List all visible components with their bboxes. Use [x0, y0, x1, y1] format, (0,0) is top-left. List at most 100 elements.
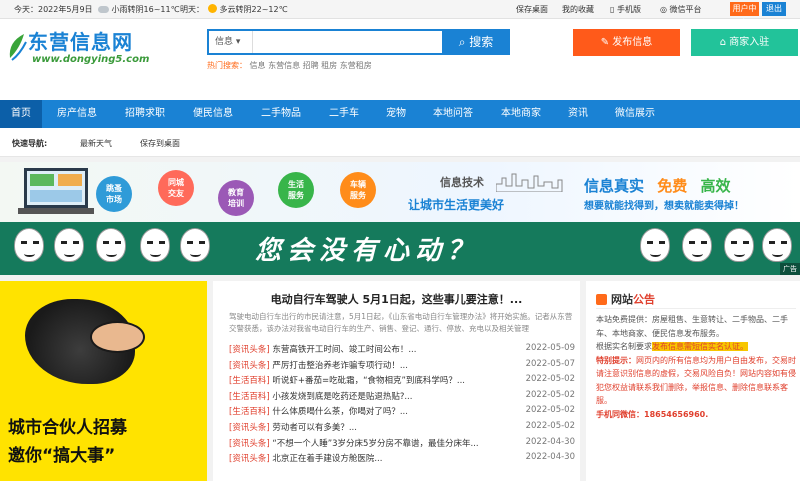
partner-line-1: 城市合伙人招募: [8, 418, 127, 438]
meme-face-icon: [640, 228, 670, 262]
meme-face-icon: [140, 228, 170, 262]
slogan-main: 让城市生活更美好: [408, 198, 505, 212]
logout-button[interactable]: 退出: [762, 2, 786, 16]
site-logo[interactable]: 东营信息网 www.dongying5.com: [6, 26, 156, 76]
search-button[interactable]: ⌕ 搜索: [442, 29, 510, 55]
nav-news[interactable]: 资讯: [556, 100, 600, 128]
search-input[interactable]: [255, 33, 435, 51]
news-category: [资讯头条]: [229, 422, 270, 433]
shop-icon: ⌂: [719, 37, 727, 48]
notice-p1: 本站免费提供：房屋租售、生意转让、二手物品、二手车、本地商家、便民信息发布服务。: [596, 315, 788, 338]
nav-local-merchants[interactable]: 本地商家: [488, 100, 554, 128]
news-item[interactable]: [生活百科] 什么体质喝什么茶，你喝对了吗？... 2022-05-02: [229, 405, 575, 421]
news-item[interactable]: [生活百科] 小孩发烧到底是吃药还是贴退热贴?... 2022-05-02: [229, 390, 575, 406]
news-item[interactable]: [资讯头条] 严厉打击整治养老诈骗专项行动！... 2022-05-07: [229, 359, 575, 375]
circle-dating: 同城 交友: [158, 170, 194, 206]
news-category: [生活百科]: [229, 407, 270, 418]
nav-home[interactable]: 首页: [0, 100, 42, 128]
news-title[interactable]: 北京正在着手建设方舱医院...: [272, 454, 382, 464]
ad-banner-text: 您会没有心动？: [255, 236, 480, 266]
search-category-select[interactable]: 信息 ▾: [209, 31, 253, 53]
news-item[interactable]: [资讯头条] 东营高铁开工时间、竣工时间公布！... 2022-05-09: [229, 343, 575, 359]
news-title[interactable]: “不想一个人睡”3岁分床5岁分房不靠谱，最佳分床年...: [272, 439, 478, 449]
news-title[interactable]: 严厉打击整治养老诈骗专项行动！...: [272, 361, 408, 371]
news-date: 2022-05-07: [525, 358, 575, 369]
laptop-icon: [18, 168, 94, 214]
news-headline[interactable]: 电动自行车驾驶人 5月1日起，这些事儿要注意！...: [213, 291, 580, 307]
quick-weather-link[interactable]: 最新天气: [80, 138, 112, 149]
mobile-link[interactable]: ▯ 手机版: [610, 4, 641, 15]
news-category: [资讯头条]: [229, 454, 270, 465]
news-date: 2022-05-02: [525, 420, 575, 431]
partner-recruit-banner[interactable]: 城市合伙人招募 邀你“搞大事”: [0, 281, 207, 481]
circle-flea-market: 跳蚤 市场: [96, 176, 132, 212]
notice-body: 本站免费提供：房屋租售、生意转让、二手物品、二手车、本地商家、便民信息发布服务。…: [596, 313, 796, 421]
search-bar: 信息 ▾ ⌕ 搜索: [207, 29, 510, 55]
news-item[interactable]: [资讯头条] 劳动者可以有多美？... 2022-05-02: [229, 421, 575, 437]
hot-keywords[interactable]: 信息 东营信息 招聘 租房 东营租房: [250, 61, 372, 70]
news-item[interactable]: [生活百科] 听说虾+番茄=吃砒霜，“食物相克”到底科学吗？... 2022-05…: [229, 374, 575, 390]
news-date: 2022-05-09: [525, 343, 575, 353]
nav-wechat[interactable]: 微信展示: [602, 100, 668, 128]
news-title[interactable]: 小孩发烧到底是吃药还是贴退热贴?...: [272, 392, 412, 402]
news-panel: 电动自行车驾驶人 5月1日起，这些事儿要注意！... 驾驶电动自行车出行的市民请…: [213, 281, 580, 481]
news-category: [资讯头条]: [229, 438, 270, 449]
news-date: 2022-04-30: [525, 436, 575, 447]
news-date: 2022-04-30: [525, 452, 575, 463]
meme-face-icon: [54, 228, 84, 262]
nav-jobs[interactable]: 招聘求职: [112, 100, 178, 128]
circle-life-service: 生活 服务: [278, 172, 314, 208]
city-skyline-icon: [496, 173, 563, 192]
my-favorites-link[interactable]: 我的收藏: [562, 4, 594, 15]
nav-second-hand[interactable]: 二手物品: [248, 100, 314, 128]
leaf-icon: [9, 34, 27, 61]
meme-face-icon: [180, 228, 210, 262]
meme-face-icon: [682, 228, 712, 262]
save-desktop-link[interactable]: 保存桌面: [516, 4, 548, 15]
merchant-join-button[interactable]: ⌂ 商家入驻: [691, 29, 798, 56]
edit-icon: ✎: [600, 37, 610, 48]
notice-p3: 特别提示：网页内的所有信息均为用户自由发布，交易时请注意识别信息的虚假，交易风险…: [596, 355, 796, 406]
news-title[interactable]: 什么体质喝什么茶，你喝对了吗？...: [272, 407, 408, 417]
news-item[interactable]: [资讯头条] 北京正在着手建设方舱医院... 2022-04-30: [229, 452, 575, 468]
publish-button[interactable]: ✎ 发布信息: [573, 29, 680, 56]
rain-cloud-icon: [98, 6, 109, 13]
main-nav: 首页 房产信息 招聘求职 便民信息 二手物品 二手车 宠物 本地问答 本地商家 …: [0, 100, 800, 128]
ad-banner[interactable]: 您会没有心动？ 广告: [0, 222, 800, 275]
top-bar: 今天： 2022年5月9日 小雨转阴16~11℃ 明天： 多云转阴22~12℃ …: [0, 0, 800, 27]
notice-divider: [596, 308, 796, 309]
today-weather: 小雨转阴16~11℃: [98, 4, 180, 15]
promo-banner[interactable]: 跳蚤 市场 同城 交友 教育 培训 生活 服务 车辆 服务 信息技术 让城市生活…: [0, 162, 800, 222]
nav-used-cars[interactable]: 二手车: [316, 100, 372, 128]
notice-phone: 手机同微信：18654656960.: [596, 409, 709, 419]
logo-text: 东营信息网: [28, 30, 133, 54]
slogan-sub: 想要就能找得到，想卖就能卖得掉！: [584, 201, 744, 212]
tomorrow-weather: 多云转阴22~12℃: [208, 4, 288, 15]
nav-real-estate[interactable]: 房产信息: [44, 100, 110, 128]
quick-nav: 快速导航: 最新天气 保存到桌面: [0, 128, 800, 157]
news-title[interactable]: 东营高铁开工时间、竣工时间公布！...: [272, 345, 416, 355]
news-item[interactable]: [资讯头条] “不想一个人睡”3岁分床5岁分房不靠谱，最佳分床年... 2022-…: [229, 437, 575, 453]
notice-title: 网站公告: [596, 291, 655, 307]
news-date: 2022-05-02: [525, 405, 575, 416]
meme-face-icon: [724, 228, 754, 262]
news-title[interactable]: 劳动者可以有多美？...: [272, 423, 357, 433]
today-label: 今天：: [14, 5, 38, 14]
news-category: [资讯头条]: [229, 345, 270, 355]
search-icon: ⌕: [458, 35, 466, 49]
wechat-link[interactable]: ◎ 微信平台: [660, 4, 702, 15]
nav-pets[interactable]: 宠物: [374, 100, 418, 128]
quick-save-desktop-link[interactable]: 保存到桌面: [140, 138, 180, 149]
news-list: [资讯头条] 东营高铁开工时间、竣工时间公布！... 2022-05-09 [资讯…: [229, 343, 575, 468]
meme-face-icon: [762, 228, 792, 262]
nav-local-info[interactable]: 便民信息: [180, 100, 246, 128]
slogan-right: 信息真实 免费 高效: [584, 177, 731, 195]
news-date: 2022-05-02: [525, 374, 575, 385]
nav-local-qa[interactable]: 本地问答: [420, 100, 486, 128]
news-summary: 驾驶电动自行车出行的市民请注意，5月1日起，《山东省电动自行车管理办法》将开始实…: [229, 312, 573, 333]
news-title[interactable]: 听说虾+番茄=吃砒霜，“食物相克”到底科学吗？...: [272, 376, 465, 386]
sun-cloud-icon: [208, 4, 217, 13]
logo-url: www.dongying5.com: [32, 54, 150, 65]
news-category: [生活百科]: [229, 391, 270, 402]
user-center-button[interactable]: 用户中心: [730, 2, 759, 27]
